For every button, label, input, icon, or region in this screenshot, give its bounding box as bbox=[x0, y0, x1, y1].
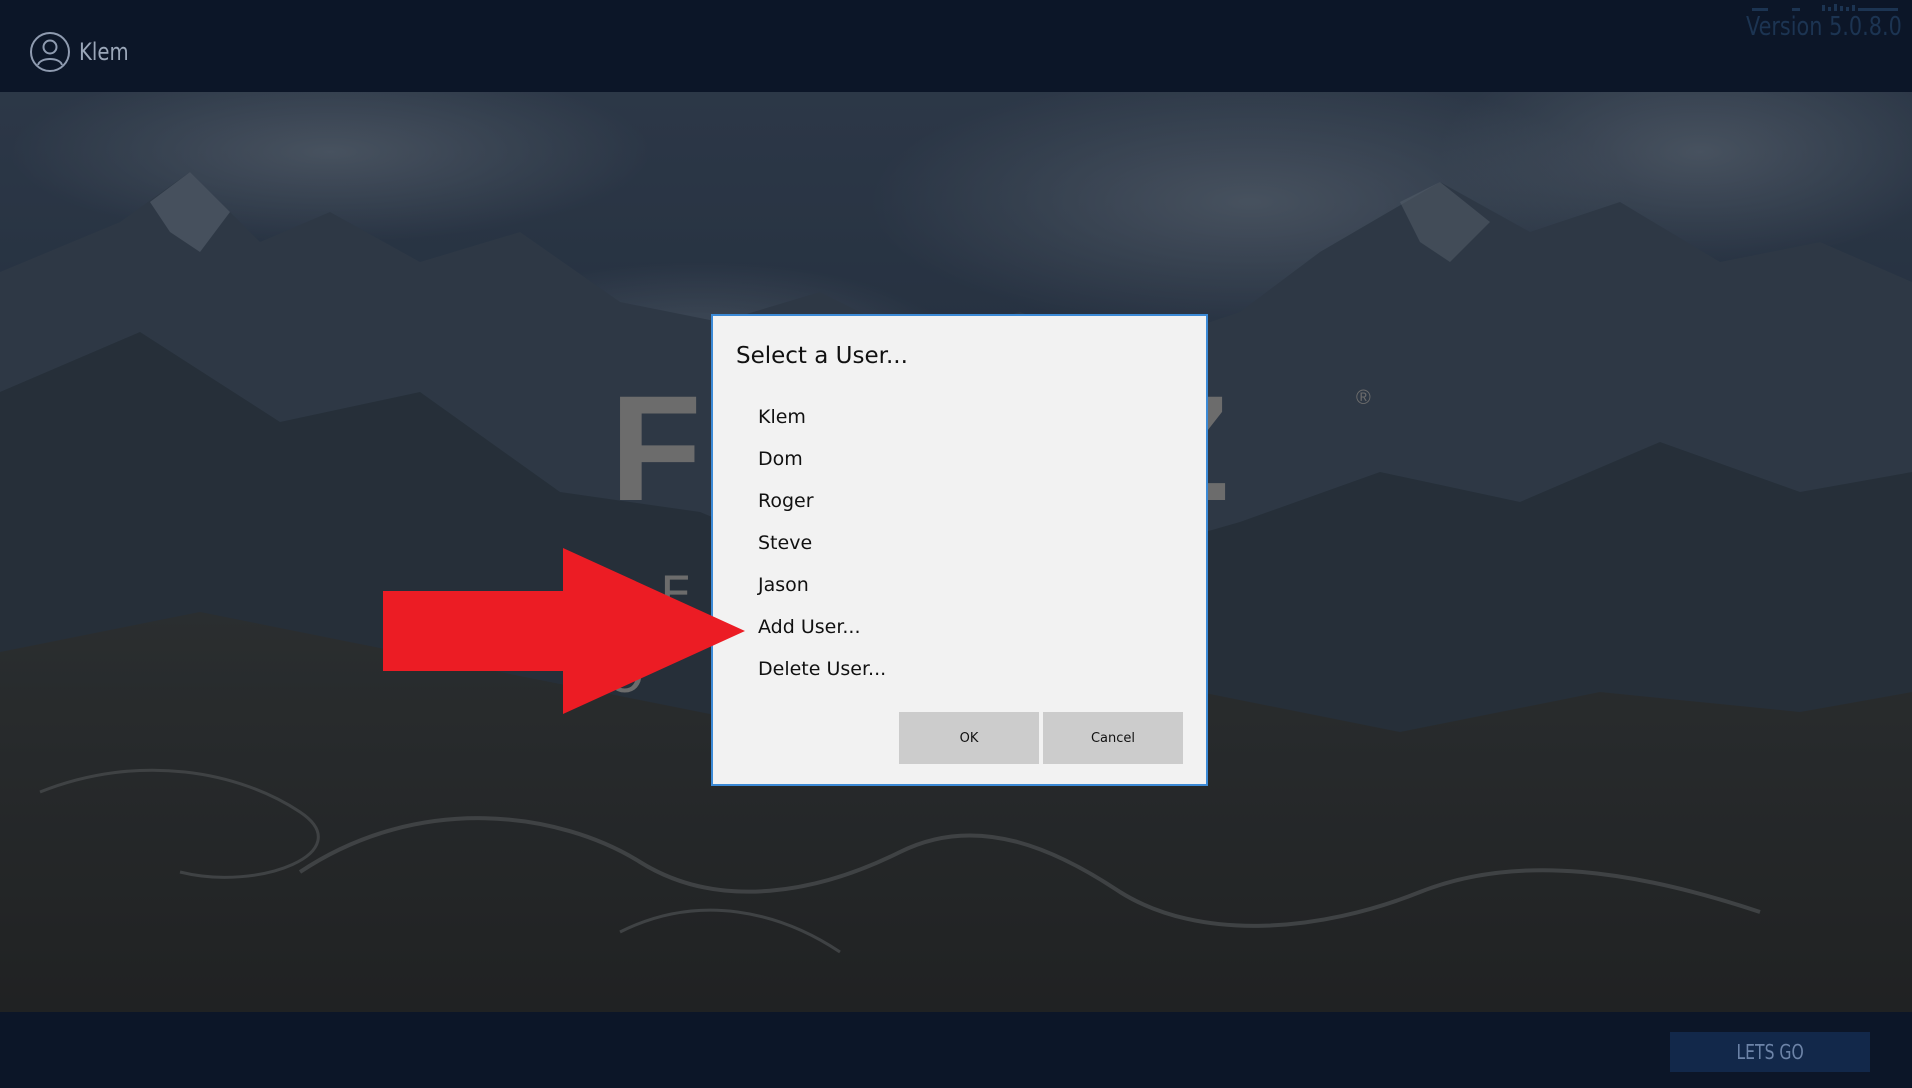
user-list-item-steve[interactable]: Steve bbox=[713, 522, 1206, 564]
top-bar: Klem Version 5.0.8.0 bbox=[0, 0, 1912, 92]
current-user-button[interactable]: Klem bbox=[29, 31, 140, 73]
ok-button[interactable]: OK bbox=[899, 712, 1039, 764]
app-window: Klem Version 5.0.8.0 F ® E LETS GO Selec… bbox=[0, 0, 1912, 1088]
dialog-title: Select a User... bbox=[736, 343, 908, 369]
dialog-button-row: OK Cancel bbox=[899, 712, 1183, 764]
cancel-button[interactable]: Cancel bbox=[1043, 712, 1183, 764]
select-user-dialog: Select a User... Klem Dom Roger Steve Ja… bbox=[711, 314, 1208, 786]
red-arrow-icon bbox=[383, 548, 745, 714]
user-avatar-icon bbox=[30, 32, 70, 72]
bottom-bar: LETS GO bbox=[0, 1012, 1912, 1088]
current-user-name: Klem bbox=[79, 38, 129, 66]
version-label: Version 5.0.8.0 bbox=[1746, 12, 1902, 42]
add-user-item[interactable]: Add User... bbox=[713, 606, 1206, 648]
lets-go-button[interactable]: LETS GO bbox=[1670, 1032, 1870, 1072]
delete-user-item[interactable]: Delete User... bbox=[713, 648, 1206, 690]
user-list: Klem Dom Roger Steve Jason Add User... D… bbox=[713, 396, 1206, 690]
user-list-item-roger[interactable]: Roger bbox=[713, 480, 1206, 522]
user-list-item-jason[interactable]: Jason bbox=[713, 564, 1206, 606]
lets-go-label: LETS GO bbox=[1736, 1040, 1804, 1064]
user-list-item-klem[interactable]: Klem bbox=[713, 396, 1206, 438]
status-meter-icon bbox=[1752, 4, 1898, 11]
user-list-item-dom[interactable]: Dom bbox=[713, 438, 1206, 480]
